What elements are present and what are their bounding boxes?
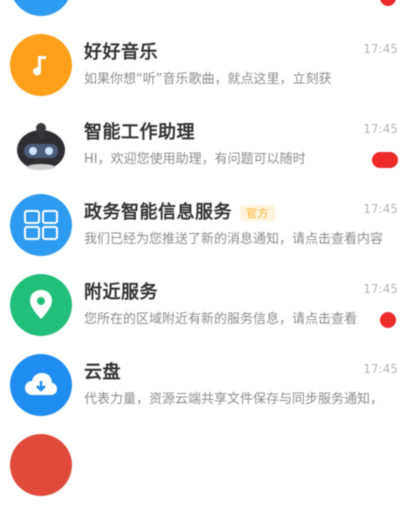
chat-item-location[interactable]: 附近服务 17:45 您所在的区域附近有新的服务信息，请点击查看 — [0, 268, 412, 348]
chat-time: 17:45 — [363, 122, 398, 136]
chat-item-info-service[interactable]: 政务智能信息服务 官方 17:45 我们已经为您推送了新的消息通知，请点击查看内容 — [0, 188, 412, 268]
unread-badge — [372, 152, 398, 168]
chat-item-cloud[interactable]: 云盘 17:45 代表力量，资源云端共享文件保存与同步服务通知，立即查看 — [0, 348, 412, 428]
chat-item-bottom-partial[interactable] — [0, 428, 412, 508]
unread-badge — [380, 0, 396, 6]
chat-preview: 我们已经为您推送了新的消息通知，请点击查看内容 — [84, 232, 384, 247]
chat-item-music[interactable]: 好好音乐 17:45 如果你想“听”音乐歌曲，就点这里，立刻获 — [0, 28, 412, 108]
chat-preview: 代表力量，资源云端共享文件保存与同步服务通知，立即查看 — [84, 392, 384, 407]
chat-title: 好好音乐 — [84, 42, 158, 63]
cloud-icon — [10, 354, 72, 416]
official-tag: 官方 — [240, 205, 275, 221]
chat-time: 17:45 — [363, 42, 398, 56]
chat-time: 17:45 — [363, 362, 398, 376]
chat-title: 政务智能信息服务 官方 — [84, 198, 275, 224]
chat-preview: 如果你想“听”音乐歌曲，就点这里，立刻获 — [84, 72, 332, 87]
app-icon — [10, 0, 72, 16]
chat-item-robot-assistant[interactable]: 智能工作助理 17:45 HI，欢迎您使用助理，有问题可以随时 — [0, 108, 412, 188]
chat-time: 17:45 — [363, 282, 398, 296]
chat-title: 云盘 — [84, 362, 121, 383]
chat-item-top-partial[interactable] — [0, 0, 412, 28]
chat-title: 附近服务 — [84, 282, 158, 303]
app-icon — [10, 434, 72, 496]
unread-badge — [380, 312, 396, 328]
location-pin-icon — [10, 274, 72, 336]
chat-title: 智能工作助理 — [84, 122, 195, 143]
chat-title-text: 政务智能信息服务 — [84, 202, 232, 223]
info-icon — [10, 194, 72, 256]
music-note-icon — [10, 34, 72, 96]
chat-preview: 您所在的区域附近有新的服务信息，请点击查看 — [84, 312, 358, 327]
chat-time: 17:45 — [363, 202, 398, 216]
robot-icon — [10, 114, 72, 176]
chat-preview: HI，欢迎您使用助理，有问题可以随时 — [84, 152, 306, 167]
